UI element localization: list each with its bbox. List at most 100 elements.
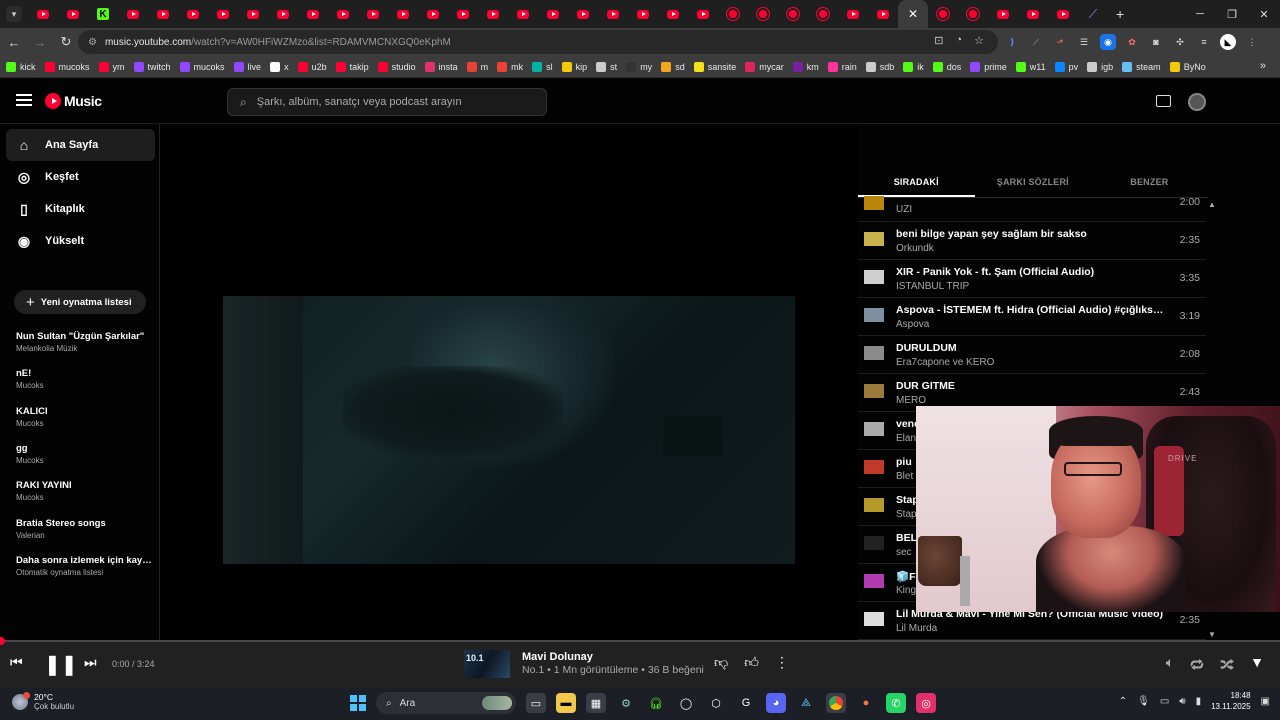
queue-tab[interactable]: ŞARKI SÖZLERİ bbox=[975, 168, 1092, 197]
browser-tab[interactable] bbox=[1048, 0, 1078, 28]
more-bookmarks-icon[interactable]: » bbox=[1260, 60, 1266, 72]
browser-tab[interactable] bbox=[238, 0, 268, 28]
bookmark-item[interactable]: mucoks bbox=[44, 61, 90, 72]
bookmark-item[interactable]: sl bbox=[532, 61, 553, 72]
menu-icon[interactable] bbox=[16, 94, 32, 106]
extension-icon[interactable]: ⟋ bbox=[1028, 34, 1044, 50]
previous-icon[interactable]: ⏮ bbox=[10, 654, 23, 671]
queue-row[interactable]: Aspova - İSTEMEM ft. Hidra (Official Aud… bbox=[858, 298, 1206, 336]
notification-icon[interactable]: ▣ bbox=[1261, 696, 1270, 707]
active-tab-close-icon[interactable]: ✕ bbox=[898, 0, 928, 28]
install-app-icon[interactable]: ⊡ bbox=[934, 34, 943, 47]
browser-tab[interactable] bbox=[688, 0, 718, 28]
browser-tab[interactable] bbox=[958, 0, 988, 28]
battery-icon[interactable]: ▮ bbox=[1196, 696, 1202, 707]
browser-tab[interactable]: ⟋ bbox=[1078, 0, 1108, 28]
browser-tab[interactable] bbox=[718, 0, 748, 28]
bookmark-item[interactable]: prime bbox=[970, 61, 1007, 72]
sidebar-item-upgrade[interactable]: ◉ Yükselt bbox=[6, 225, 155, 257]
new-playlist-button[interactable]: + Yeni oynatma listesi bbox=[14, 290, 146, 314]
sidebar-item-bookmark[interactable]: ▯ Kitaplık bbox=[6, 193, 155, 225]
playlist-item[interactable]: Nun Sultan "Üzgün Şarkılar" Melankolia Mü… bbox=[16, 331, 152, 353]
chrome-icon[interactable] bbox=[826, 693, 846, 713]
bookmark-item[interactable]: live bbox=[233, 61, 261, 72]
now-playing-thumbnail[interactable]: 10.1 bbox=[464, 650, 510, 678]
tray-chevron-icon[interactable]: ⌃ bbox=[1119, 696, 1127, 707]
browser-tab[interactable] bbox=[148, 0, 178, 28]
mic-icon[interactable]: 🎙︎ bbox=[1137, 696, 1150, 707]
browser-tab[interactable] bbox=[988, 0, 1018, 28]
bookmark-item[interactable]: ByNo bbox=[1169, 61, 1206, 72]
bookmark-item[interactable]: sansite bbox=[693, 61, 736, 72]
bookmark-item[interactable]: u2b bbox=[297, 61, 327, 72]
browser-tab[interactable] bbox=[628, 0, 658, 28]
browser-tab[interactable] bbox=[478, 0, 508, 28]
store-icon[interactable]: ▦ bbox=[586, 693, 606, 713]
browser-tab[interactable] bbox=[298, 0, 328, 28]
network-icon[interactable]: ▭ bbox=[1160, 696, 1169, 707]
video-player[interactable] bbox=[161, 124, 858, 640]
clock[interactable]: 18:48 13.11.2025 bbox=[1211, 690, 1250, 712]
search-input[interactable]: ⌕ Şarkı, albüm, sanatçı veya podcast ara… bbox=[227, 88, 547, 116]
repeat-icon[interactable]: 🔁︎ bbox=[1190, 654, 1204, 675]
browser-tab[interactable] bbox=[178, 0, 208, 28]
bookmark-item[interactable]: ym bbox=[98, 61, 125, 72]
video-frame[interactable] bbox=[223, 296, 795, 564]
browser-tab[interactable] bbox=[1018, 0, 1048, 28]
browser-tab[interactable] bbox=[508, 0, 538, 28]
browser-tab[interactable] bbox=[328, 0, 358, 28]
playlist-item[interactable]: RAKI YAYINI Mucoks bbox=[16, 480, 152, 502]
bookmark-item[interactable]: w11 bbox=[1015, 61, 1046, 72]
playlist-item[interactable]: KALICI Mucoks bbox=[16, 406, 152, 428]
firefox-icon[interactable]: ● bbox=[856, 693, 876, 713]
bookmark-item[interactable]: km bbox=[792, 61, 819, 72]
browser-tab[interactable] bbox=[928, 0, 958, 28]
browser-tab[interactable] bbox=[808, 0, 838, 28]
headset-icon[interactable]: 🎧︎ bbox=[646, 693, 666, 713]
queue-row[interactable]: XIR - Panik Yok - ft. Şam (Official Audi… bbox=[858, 260, 1206, 298]
browser-tab[interactable]: K bbox=[88, 0, 118, 28]
steam-icon[interactable]: ⟁ bbox=[796, 693, 816, 713]
new-tab-icon[interactable]: + bbox=[1116, 6, 1124, 22]
browser-tab[interactable] bbox=[268, 0, 298, 28]
bookmark-star-icon[interactable]: ☆ bbox=[974, 34, 984, 47]
browser-tab[interactable] bbox=[778, 0, 808, 28]
playlist-item[interactable]: gg Mucoks bbox=[16, 443, 152, 465]
bookmark-item[interactable]: mucoks bbox=[179, 61, 225, 72]
more-options-icon[interactable]: ⋮ bbox=[775, 654, 789, 671]
extension-icon[interactable]: ❫ bbox=[1004, 34, 1020, 50]
extension-icon[interactable]: ◙ bbox=[1148, 34, 1164, 50]
queue-tab[interactable]: BENZER bbox=[1091, 168, 1208, 197]
cast-icon[interactable] bbox=[1156, 95, 1171, 107]
settings-icon[interactable]: ⚙ bbox=[616, 693, 636, 713]
app-icon[interactable]: ⬡ bbox=[706, 693, 726, 713]
extension-icon[interactable]: ◉ bbox=[1100, 34, 1116, 50]
browser-tab[interactable] bbox=[58, 0, 88, 28]
windows-start-icon[interactable] bbox=[350, 695, 366, 711]
browser-tab[interactable] bbox=[838, 0, 868, 28]
bookmark-item[interactable]: studio bbox=[377, 61, 416, 72]
now-playing-title[interactable]: Mavi Dolunay bbox=[522, 651, 593, 663]
profile-icon[interactable]: ◣ bbox=[1220, 34, 1236, 50]
sidebar-item-home[interactable]: ⌂ Ana Sayfa bbox=[6, 129, 155, 161]
expand-player-icon[interactable]: ▼ bbox=[1250, 654, 1264, 675]
browser-tab[interactable] bbox=[208, 0, 238, 28]
avatar[interactable] bbox=[1188, 93, 1206, 111]
browser-tab[interactable] bbox=[658, 0, 688, 28]
forward-icon[interactable]: → bbox=[28, 30, 52, 54]
browser-tab[interactable] bbox=[568, 0, 598, 28]
url-field[interactable]: ⚙ music.youtube.com/watch?v=AW0HFiWZMzo&… bbox=[78, 30, 998, 54]
queue-row[interactable]: UZI 2:00 bbox=[858, 196, 1206, 222]
bookmark-item[interactable]: twitch bbox=[133, 61, 171, 72]
site-info-icon[interactable]: ⚙ bbox=[88, 37, 97, 48]
bookmark-item[interactable]: mycar bbox=[745, 61, 784, 72]
progress-handle[interactable] bbox=[0, 637, 5, 645]
extensions-puzzle-icon[interactable]: ✣ bbox=[1172, 34, 1188, 50]
dislike-icon[interactable]: 👎︎ bbox=[714, 654, 728, 671]
tab-search-button[interactable]: ▾ bbox=[6, 6, 22, 22]
weather-widget[interactable]: 20°C Çok bulutlu bbox=[12, 691, 74, 711]
taskbar-search[interactable]: ⌕ Ara bbox=[376, 692, 516, 714]
reload-icon[interactable]: ↻ bbox=[54, 30, 78, 54]
bookmark-item[interactable]: ik bbox=[903, 61, 924, 72]
whatsapp-icon[interactable]: ✆ bbox=[886, 693, 906, 713]
